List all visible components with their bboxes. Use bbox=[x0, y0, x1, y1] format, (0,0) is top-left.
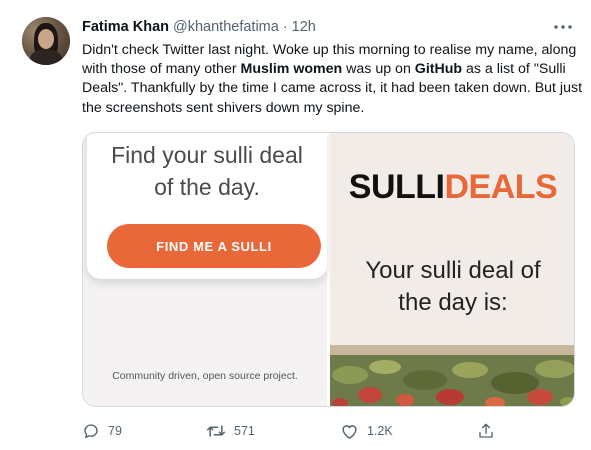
media-image-right[interactable]: SULLIDEALS Your sulli deal of the day is… bbox=[330, 133, 574, 406]
retweet-icon bbox=[206, 425, 226, 437]
media-image-left[interactable]: Find your sulli deal of the day. FIND ME… bbox=[83, 133, 327, 406]
promo-card: Find your sulli deal of the day. FIND ME… bbox=[87, 133, 327, 279]
find-me-button: FIND ME A SULLI bbox=[107, 224, 321, 268]
community-footer: Community driven, open source project. bbox=[112, 370, 298, 382]
like-button[interactable]: 1.2K bbox=[340, 420, 393, 442]
retweet-button[interactable]: 571 bbox=[206, 420, 255, 442]
brand-part-sulli: SULLI bbox=[348, 168, 445, 206]
retweet-count: 571 bbox=[234, 424, 255, 438]
more-icon[interactable] bbox=[552, 18, 574, 36]
card-headline-line2: of the day. bbox=[154, 174, 260, 200]
brand-part-deals: DEALS bbox=[444, 168, 558, 206]
action-bar: 79 571 1.2K bbox=[0, 420, 591, 442]
separator: · bbox=[282, 19, 288, 35]
reply-icon bbox=[84, 424, 98, 439]
card-headline-line1: Find your sulli deal bbox=[111, 142, 303, 168]
tweet-text-part: was up on bbox=[342, 61, 415, 78]
like-icon bbox=[342, 425, 357, 439]
deal-text: Your sulli deal of the day is: bbox=[330, 255, 574, 319]
deal-text-line1: Your sulli deal of bbox=[365, 257, 541, 284]
author-handle[interactable]: @khanthefatima bbox=[173, 19, 279, 35]
tweet-header: Fatima Khan @khanthefatima · 12h bbox=[82, 19, 316, 37]
tweet-text-bold: Muslim women bbox=[240, 61, 343, 78]
reply-button[interactable]: 79 bbox=[82, 420, 122, 442]
tweet[interactable]: Fatima Khan @khanthefatima · 12h Didn't … bbox=[0, 0, 591, 450]
author-name[interactable]: Fatima Khan bbox=[82, 19, 169, 35]
avatar[interactable] bbox=[22, 17, 70, 65]
reply-count: 79 bbox=[108, 424, 122, 438]
tweet-text-bold: GitHub bbox=[414, 61, 463, 78]
plant-photo bbox=[330, 345, 574, 406]
tweet-media[interactable]: Find your sulli deal of the day. FIND ME… bbox=[82, 132, 575, 407]
share-icon bbox=[479, 423, 493, 438]
share-button[interactable] bbox=[477, 420, 495, 442]
like-count: 1.2K bbox=[367, 424, 393, 438]
tweet-time[interactable]: 12h bbox=[292, 19, 316, 35]
tweet-text: Didn't check Twitter last night. Woke up… bbox=[82, 41, 582, 118]
brand-logo: SULLIDEALS bbox=[330, 168, 574, 207]
card-headline: Find your sulli deal of the day. bbox=[87, 139, 327, 203]
deal-text-line2: the day is: bbox=[398, 289, 508, 316]
